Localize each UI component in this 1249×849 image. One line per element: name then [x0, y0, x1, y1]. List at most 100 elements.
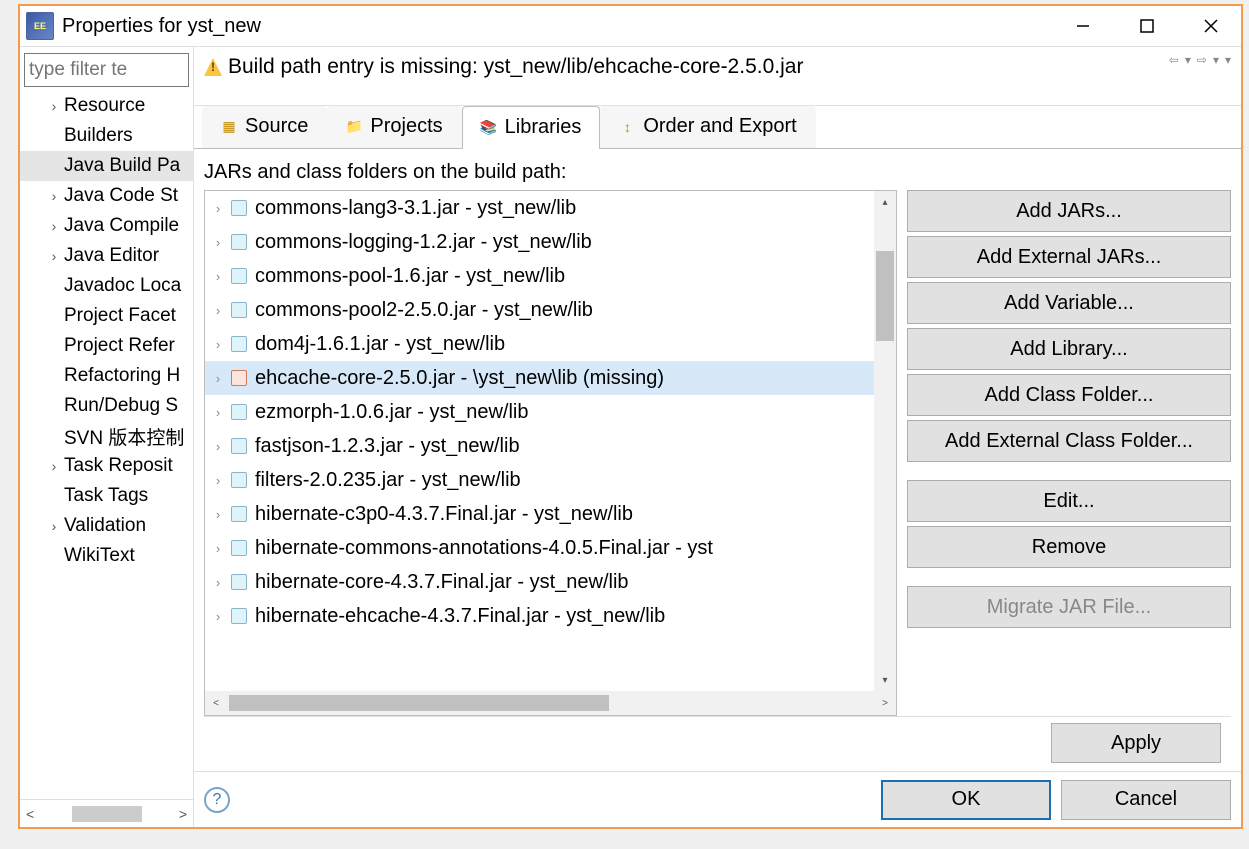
add-class-folder-button[interactable]: Add Class Folder...: [907, 374, 1231, 416]
sidebar-item[interactable]: Java Build Pa: [20, 151, 193, 181]
sidebar-item[interactable]: ›Task Reposit: [20, 451, 193, 481]
chevron-right-icon: ›: [213, 405, 223, 420]
scroll-right-icon[interactable]: >: [179, 806, 187, 822]
scroll-down-icon[interactable]: ▾: [874, 669, 896, 691]
jar-item[interactable]: ›commons-pool-1.6.jar - yst_new/lib: [205, 259, 896, 293]
sidebar-item[interactable]: Builders: [20, 121, 193, 151]
sidebar-item[interactable]: SVN 版本控制: [20, 421, 193, 451]
jar-item[interactable]: ›hibernate-commons-annotations-4.0.5.Fin…: [205, 531, 896, 565]
add-external-class-folder-button[interactable]: Add External Class Folder...: [907, 420, 1231, 462]
jar-item[interactable]: ›filters-2.0.235.jar - yst_new/lib: [205, 463, 896, 497]
sidebar-item[interactable]: Run/Debug S: [20, 391, 193, 421]
chevron-right-icon: ›: [213, 609, 223, 624]
jar-item-label: commons-pool2-2.5.0.jar - yst_new/lib: [255, 299, 593, 322]
tab-label: Projects: [370, 115, 442, 138]
jar-item[interactable]: ›hibernate-c3p0-4.3.7.Final.jar - yst_ne…: [205, 497, 896, 531]
migrate-jar-button[interactable]: Migrate JAR File...: [907, 586, 1231, 628]
tab-bar: ▦Source📁Projects📚Libraries↕Order and Exp…: [194, 106, 1241, 149]
sidebar-item-label: Javadoc Loca: [64, 275, 181, 297]
nav-back-icon[interactable]: ⇦: [1167, 53, 1181, 67]
jar-item[interactable]: ›hibernate-core-4.3.7.Final.jar - yst_ne…: [205, 565, 896, 599]
hscroll-right-icon[interactable]: >: [874, 698, 896, 709]
jar-item[interactable]: › commons-lang3-3.1.jar - yst_new/lib: [205, 191, 896, 225]
tab-source[interactable]: ▦Source: [202, 106, 327, 148]
list-hscroll[interactable]: < >: [205, 691, 896, 715]
chevron-right-icon: ›: [213, 201, 223, 216]
nav-back-menu-icon[interactable]: ▾: [1183, 53, 1193, 67]
jar-item-label: filters-2.0.235.jar - yst_new/lib: [255, 469, 521, 492]
help-button[interactable]: ?: [204, 787, 230, 813]
tab-label: Libraries: [505, 116, 582, 139]
add-jars-button[interactable]: Add JARs...: [907, 190, 1231, 232]
sidebar-hscroll[interactable]: < >: [20, 799, 193, 827]
message-banner: Build path entry is missing: yst_new/lib…: [194, 47, 1241, 106]
jar-item-label: commons-logging-1.2.jar - yst_new/lib: [255, 231, 592, 254]
sidebar-item[interactable]: Task Tags: [20, 481, 193, 511]
jar-item[interactable]: › ezmorph-1.0.6.jar - yst_new/lib: [205, 395, 896, 429]
close-button[interactable]: [1189, 11, 1233, 41]
tab-order-and-export[interactable]: ↕Order and Export: [600, 106, 815, 148]
nav-fwd-icon[interactable]: ⇨: [1195, 53, 1209, 67]
chevron-right-icon: ›: [213, 269, 223, 284]
add-library-button[interactable]: Add Library...: [907, 328, 1231, 370]
remove-button[interactable]: Remove: [907, 526, 1231, 568]
cancel-button[interactable]: Cancel: [1061, 780, 1231, 820]
sidebar-item[interactable]: ›Java Code St: [20, 181, 193, 211]
jar-item[interactable]: ›commons-pool2-2.5.0.jar - yst_new/lib: [205, 293, 896, 327]
sidebar-item-label: Run/Debug S: [64, 395, 178, 417]
jar-icon: [231, 574, 247, 590]
jar-item[interactable]: ›hibernate-ehcache-4.3.7.Final.jar - yst…: [205, 599, 896, 633]
scroll-thumb[interactable]: [72, 806, 142, 822]
jar-item-label: commons-lang3-3.1.jar - yst_new/lib: [255, 197, 576, 220]
jar-item[interactable]: ›fastjson-1.2.3.jar - yst_new/lib: [205, 429, 896, 463]
edit-button[interactable]: Edit...: [907, 480, 1231, 522]
app-icon: EE: [26, 12, 54, 40]
order-icon: ↕: [619, 119, 635, 135]
sidebar-item[interactable]: Project Refer: [20, 331, 193, 361]
scroll-up-icon[interactable]: ▴: [874, 191, 896, 213]
sidebar-item[interactable]: ›Java Compile: [20, 211, 193, 241]
chevron-right-icon: ›: [213, 541, 223, 556]
vscroll-thumb[interactable]: [876, 251, 894, 341]
ok-button[interactable]: OK: [881, 780, 1051, 820]
minimize-button[interactable]: [1061, 11, 1105, 41]
sidebar-item[interactable]: ›Java Editor: [20, 241, 193, 271]
jar-item[interactable]: ›ehcache-core-2.5.0.jar - \yst_new\lib (…: [205, 361, 896, 395]
filter-input[interactable]: [24, 53, 189, 87]
jar-listbox[interactable]: ›commons-lang3-3.1.jar - yst_new/lib›com…: [204, 190, 897, 716]
pane-label: JARs and class folders on the build path…: [204, 161, 1231, 184]
sidebar-item-label: Task Tags: [64, 485, 148, 507]
chevron-right-icon: ›: [213, 337, 223, 352]
add-variable-button[interactable]: Add Variable...: [907, 282, 1231, 324]
sidebar-item[interactable]: Javadoc Loca: [20, 271, 193, 301]
sidebar-item[interactable]: Project Facet: [20, 301, 193, 331]
tab-libraries[interactable]: 📚Libraries: [462, 106, 601, 149]
jar-item[interactable]: ›commons-logging-1.2.jar - yst_new/lib: [205, 225, 896, 259]
apply-button[interactable]: Apply: [1051, 723, 1221, 763]
jar-icon: [231, 608, 247, 624]
sidebar-item-label: Project Facet: [64, 305, 176, 327]
add-external-jars-button[interactable]: Add External JARs...: [907, 236, 1231, 278]
jar-item[interactable]: ›dom4j-1.6.1.jar - yst_new/lib: [205, 327, 896, 361]
tab-label: Source: [245, 115, 308, 138]
filter-box: [24, 53, 189, 87]
jar-item-label: ehcache-core-2.5.0.jar - \yst_new\lib (m…: [255, 367, 664, 390]
jar-item-label: ezmorph-1.0.6.jar - yst_new/lib: [255, 401, 528, 424]
sidebar-item[interactable]: ›Validation: [20, 511, 193, 541]
nav-fwd-menu-icon[interactable]: ▾: [1211, 53, 1221, 67]
sidebar-item[interactable]: ›Resource: [20, 91, 193, 121]
jar-icon: [231, 472, 247, 488]
sidebar-item-label: WikiText: [64, 545, 135, 567]
scroll-left-icon[interactable]: <: [26, 806, 34, 822]
nav-menu-icon[interactable]: ▾: [1223, 53, 1233, 67]
list-vscroll[interactable]: ▴ ▾: [874, 191, 896, 691]
tab-projects[interactable]: 📁Projects: [327, 106, 461, 148]
sidebar-item[interactable]: Refactoring H: [20, 361, 193, 391]
hscroll-left-icon[interactable]: <: [205, 698, 227, 709]
jar-icon: [231, 200, 247, 216]
jar-icon: [231, 404, 247, 420]
hscroll-thumb[interactable]: [229, 695, 609, 711]
sidebar-item[interactable]: WikiText: [20, 541, 193, 571]
category-tree[interactable]: ›ResourceBuildersJava Build Pa›Java Code…: [20, 91, 193, 799]
maximize-button[interactable]: [1125, 11, 1169, 41]
